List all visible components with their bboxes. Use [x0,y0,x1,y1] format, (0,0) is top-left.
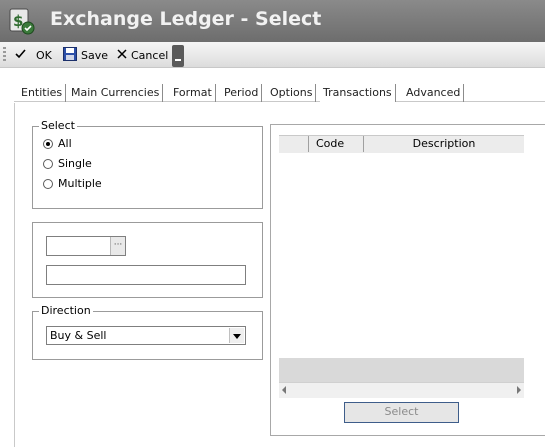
direction-selected-value: Buy & Sell [50,329,107,342]
transactions-grid-box: Code Description Select [270,124,545,436]
ok-label: OK [36,48,52,62]
lookup-group: ··· [32,222,263,298]
radio-multiple-label: Multiple [58,177,102,190]
toolbar-overflow-button[interactable] [172,45,184,67]
direction-group: Direction Buy & Sell [32,304,263,360]
chevron-down-icon[interactable] [229,328,244,343]
description-field[interactable] [46,265,246,285]
radio-multiple-indicator[interactable] [43,178,53,189]
checkmark-icon [15,48,26,62]
grid-column-code[interactable]: Code [309,136,364,152]
toolbar-grip[interactable] [3,47,6,63]
grid-footer [279,358,524,382]
tab-main-currencies[interactable]: Main Currencies [68,84,164,102]
tab-advanced[interactable]: Advanced [403,84,465,102]
radio-single-indicator[interactable] [43,158,53,169]
tab-transactions[interactable]: Transactions [320,84,396,102]
grid-horizontal-scrollbar[interactable] [279,382,524,398]
grid-body[interactable] [279,153,524,379]
tab-format[interactable]: Format [170,84,216,102]
scroll-left-icon[interactable] [282,386,286,394]
cancel-label: Cancel [131,48,169,62]
ledger-app-icon: $ [9,7,35,35]
select-group-legend: Select [39,119,77,132]
tab-entities[interactable]: Entities [18,84,67,102]
direction-legend: Direction [39,304,93,317]
scroll-right-icon[interactable] [517,386,521,394]
close-icon [117,48,127,62]
cancel-button[interactable]: Cancel [114,45,171,65]
window-title: Exchange Ledger - Select [50,8,322,30]
ok-button[interactable]: OK [12,45,55,65]
grid-row-selector-header [279,136,309,152]
toolbar: OK Save Cancel [0,42,545,68]
tab-strip: Entities Main Currencies Format Period O… [14,84,545,102]
tab-period[interactable]: Period [221,84,263,102]
radio-all-label: All [58,137,72,150]
radio-single-label: Single [58,157,92,170]
code-lookup-field[interactable]: ··· [46,236,126,256]
ellipsis-icon[interactable]: ··· [110,237,125,255]
direction-select[interactable]: Buy & Sell [46,326,246,345]
floppy-disk-icon [63,46,77,64]
radio-all[interactable]: All [43,137,72,150]
select-button[interactable]: Select [344,402,459,423]
transactions-panel: Select All Single Multiple ··· Direction… [14,103,545,447]
title-bar: $ Exchange Ledger - Select [0,0,545,42]
save-label: Save [81,48,109,62]
radio-single[interactable]: Single [43,157,92,170]
save-button[interactable]: Save [60,45,111,65]
tab-options[interactable]: Options [267,84,317,102]
grid-header: Code Description [279,135,524,154]
select-group: Select All Single Multiple [32,119,263,209]
radio-multiple[interactable]: Multiple [43,177,102,190]
grid-column-description[interactable]: Description [364,136,524,152]
radio-all-indicator[interactable] [43,138,53,149]
